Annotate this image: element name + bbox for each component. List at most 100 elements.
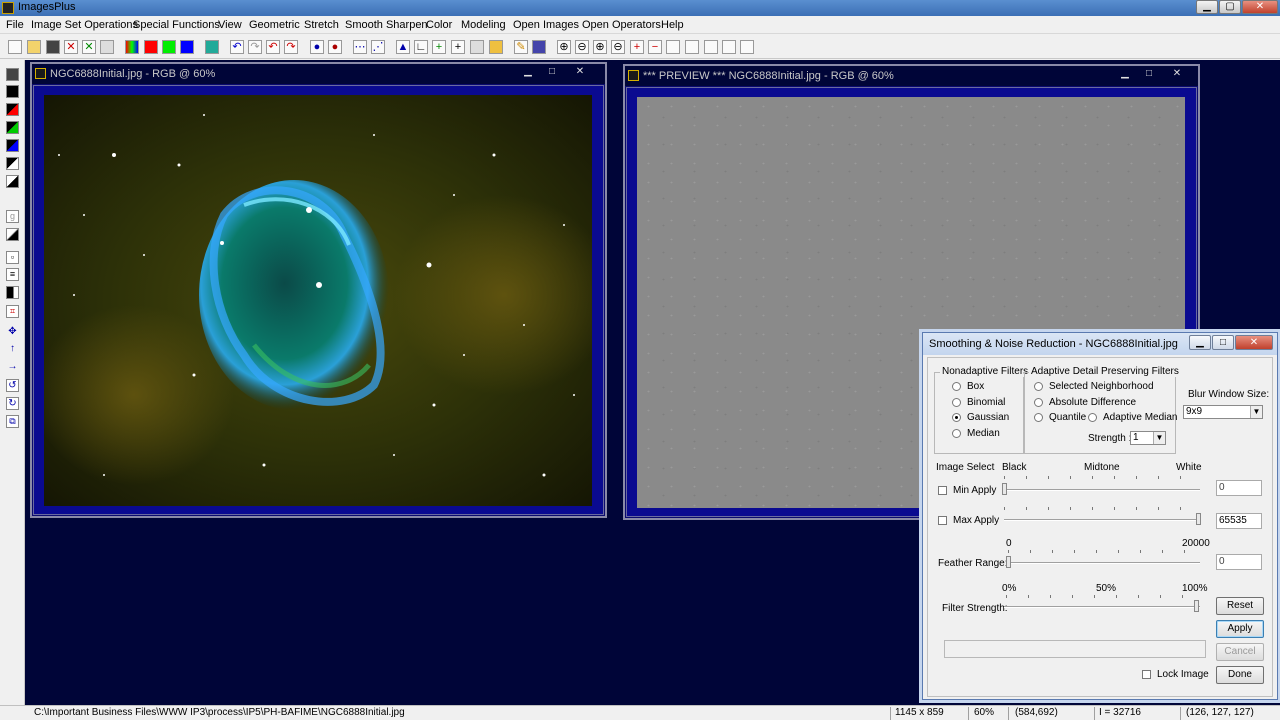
close-all-icon[interactable]: ✕ <box>82 40 96 54</box>
gray-point-icon[interactable] <box>6 175 19 188</box>
target-icon[interactable]: + <box>451 40 465 54</box>
zoom-in-icon[interactable]: ⊕ <box>557 40 571 54</box>
minimize-icon[interactable]: ▁ <box>1113 68 1137 80</box>
blur-window-select[interactable]: 9x9 ▼ <box>1183 405 1263 419</box>
rgb-channels-icon[interactable] <box>125 40 139 54</box>
strength-select[interactable]: 1 ▼ <box>1130 431 1166 445</box>
blue-point-icon[interactable] <box>6 139 19 152</box>
align-icon[interactable]: ≡ <box>6 268 19 281</box>
filter-strength-slider[interactable] <box>1004 606 1200 608</box>
radio-box[interactable]: Box <box>952 381 984 392</box>
max-apply-value[interactable]: 65535 <box>1216 513 1262 529</box>
smoothing-dialog[interactable]: Smoothing & Noise Reduction - NGC6888Ini… <box>922 332 1278 700</box>
window-size-3-icon[interactable] <box>704 40 718 54</box>
red-channel-icon[interactable] <box>144 40 158 54</box>
menu-file[interactable]: File <box>6 19 24 31</box>
maximize-icon[interactable]: ▢ <box>1219 0 1241 14</box>
histogram-icon[interactable]: ▲ <box>396 40 410 54</box>
rotate-left-icon[interactable]: ↺ <box>6 379 19 392</box>
green-point-icon[interactable] <box>6 121 19 134</box>
close-icon[interactable]: ✕ <box>568 66 592 78</box>
max-apply-checkbox[interactable]: Max Apply <box>938 515 999 526</box>
menu-geometric[interactable]: Geometric <box>249 19 300 31</box>
radio-quantile[interactable]: Quantile <box>1034 412 1086 423</box>
menu-modeling[interactable]: Modeling <box>461 19 506 31</box>
green-channel-icon[interactable] <box>162 40 176 54</box>
zoom-out-icon[interactable]: ⊖ <box>575 40 589 54</box>
radio-gaussian[interactable]: Gaussian <box>952 412 1009 423</box>
menu-stretch[interactable]: Stretch <box>304 19 339 31</box>
minimize-icon[interactable]: ▁ <box>1189 335 1211 350</box>
radio-selected-neighborhood[interactable]: Selected Neighborhood <box>1034 381 1154 392</box>
minimize-icon[interactable]: ▁ <box>516 66 540 78</box>
image-window[interactable]: NGC6888Initial.jpg - RGB @ 60% ▁ □ ✕ <box>30 62 607 518</box>
line-tool-icon[interactable]: ⋯ <box>353 40 367 54</box>
menu-color[interactable]: Color <box>426 19 452 31</box>
close-icon[interactable]: ✕ <box>1235 335 1273 350</box>
reset-button[interactable]: Reset <box>1216 597 1264 615</box>
undo-icon[interactable]: ↶ <box>230 40 244 54</box>
calculator-icon[interactable] <box>470 40 484 54</box>
lock-image-checkbox[interactable]: Lock Image <box>1142 669 1209 680</box>
minimize-icon[interactable]: ▁ <box>1196 0 1218 14</box>
menu-smooth-sharpen[interactable]: Smooth Sharpen <box>345 19 428 31</box>
redo-icon[interactable]: ↷ <box>248 40 262 54</box>
window-size-4-icon[interactable] <box>722 40 736 54</box>
grid-icon[interactable] <box>205 40 219 54</box>
undo-all-icon[interactable]: ↶ <box>266 40 280 54</box>
close-icon[interactable]: ✕ <box>1242 0 1278 14</box>
filter-strength-thumb[interactable] <box>1194 600 1199 612</box>
max-apply-thumb[interactable] <box>1196 513 1201 525</box>
window-size-5-icon[interactable] <box>740 40 754 54</box>
menu-image-set-operations[interactable]: Image Set Operations <box>31 19 138 31</box>
feather-slider[interactable] <box>1008 562 1200 564</box>
menu-open-images[interactable]: Open Images <box>513 19 579 31</box>
close-image-icon[interactable]: ✕ <box>64 40 78 54</box>
crop-icon[interactable]: ⌗ <box>6 305 19 318</box>
copy-icon[interactable] <box>100 40 114 54</box>
max-apply-slider[interactable] <box>1004 519 1200 521</box>
done-button[interactable]: Done <box>1216 666 1264 684</box>
menu-help[interactable]: Help <box>661 19 684 31</box>
radio-adaptive-median[interactable]: Adaptive Median <box>1088 412 1178 423</box>
radio-binomial[interactable]: Binomial <box>952 397 1005 408</box>
red-point-icon[interactable] <box>6 103 19 116</box>
apply-button[interactable]: Apply <box>1216 620 1264 638</box>
redo-all-icon[interactable]: ↷ <box>284 40 298 54</box>
crosshair-icon[interactable]: + <box>432 40 446 54</box>
min-apply-thumb[interactable] <box>1002 483 1007 495</box>
increase-window-icon[interactable]: + <box>630 40 644 54</box>
radio-absolute-difference[interactable]: Absolute Difference <box>1034 397 1136 408</box>
menu-view[interactable]: View <box>218 19 242 31</box>
restore-snapshot-icon[interactable]: ● <box>328 40 342 54</box>
move-icon[interactable]: ✥ <box>6 326 19 339</box>
snapshot-icon[interactable]: ● <box>310 40 324 54</box>
maximize-icon[interactable]: □ <box>1137 68 1161 80</box>
save-icon[interactable] <box>6 68 19 81</box>
save-icon[interactable] <box>46 40 60 54</box>
image-stats-icon[interactable] <box>489 40 503 54</box>
maximize-icon[interactable]: □ <box>540 66 564 78</box>
rotate-right-icon[interactable]: ↻ <box>6 397 19 410</box>
zoom-actual-icon[interactable]: ⊖ <box>611 40 625 54</box>
maximize-icon[interactable]: □ <box>1212 335 1234 350</box>
new-icon[interactable] <box>8 40 22 54</box>
black-point-icon[interactable] <box>6 85 19 98</box>
min-apply-checkbox[interactable]: Min Apply <box>938 485 996 496</box>
point-tool-icon[interactable]: ⋰ <box>371 40 385 54</box>
mosaic-icon[interactable] <box>532 40 546 54</box>
feather-thumb[interactable] <box>1006 556 1011 568</box>
min-apply-slider[interactable] <box>1004 489 1200 491</box>
curve-icon[interactable]: ∟ <box>414 40 428 54</box>
menu-open-operators[interactable]: Open Operators <box>582 19 661 31</box>
pencil-icon[interactable]: ✎ <box>514 40 528 54</box>
feather-value[interactable]: 0 <box>1216 554 1262 570</box>
mask-icon[interactable] <box>6 286 19 299</box>
flip-icon[interactable]: ⧉ <box>6 415 19 428</box>
white-point-icon[interactable] <box>6 157 19 170</box>
window-size-2-icon[interactable] <box>685 40 699 54</box>
close-icon[interactable]: ✕ <box>1165 68 1189 80</box>
cancel-button[interactable]: Cancel <box>1216 643 1264 661</box>
window-size-1-icon[interactable] <box>666 40 680 54</box>
eyedropper-icon[interactable]: g <box>6 210 19 223</box>
